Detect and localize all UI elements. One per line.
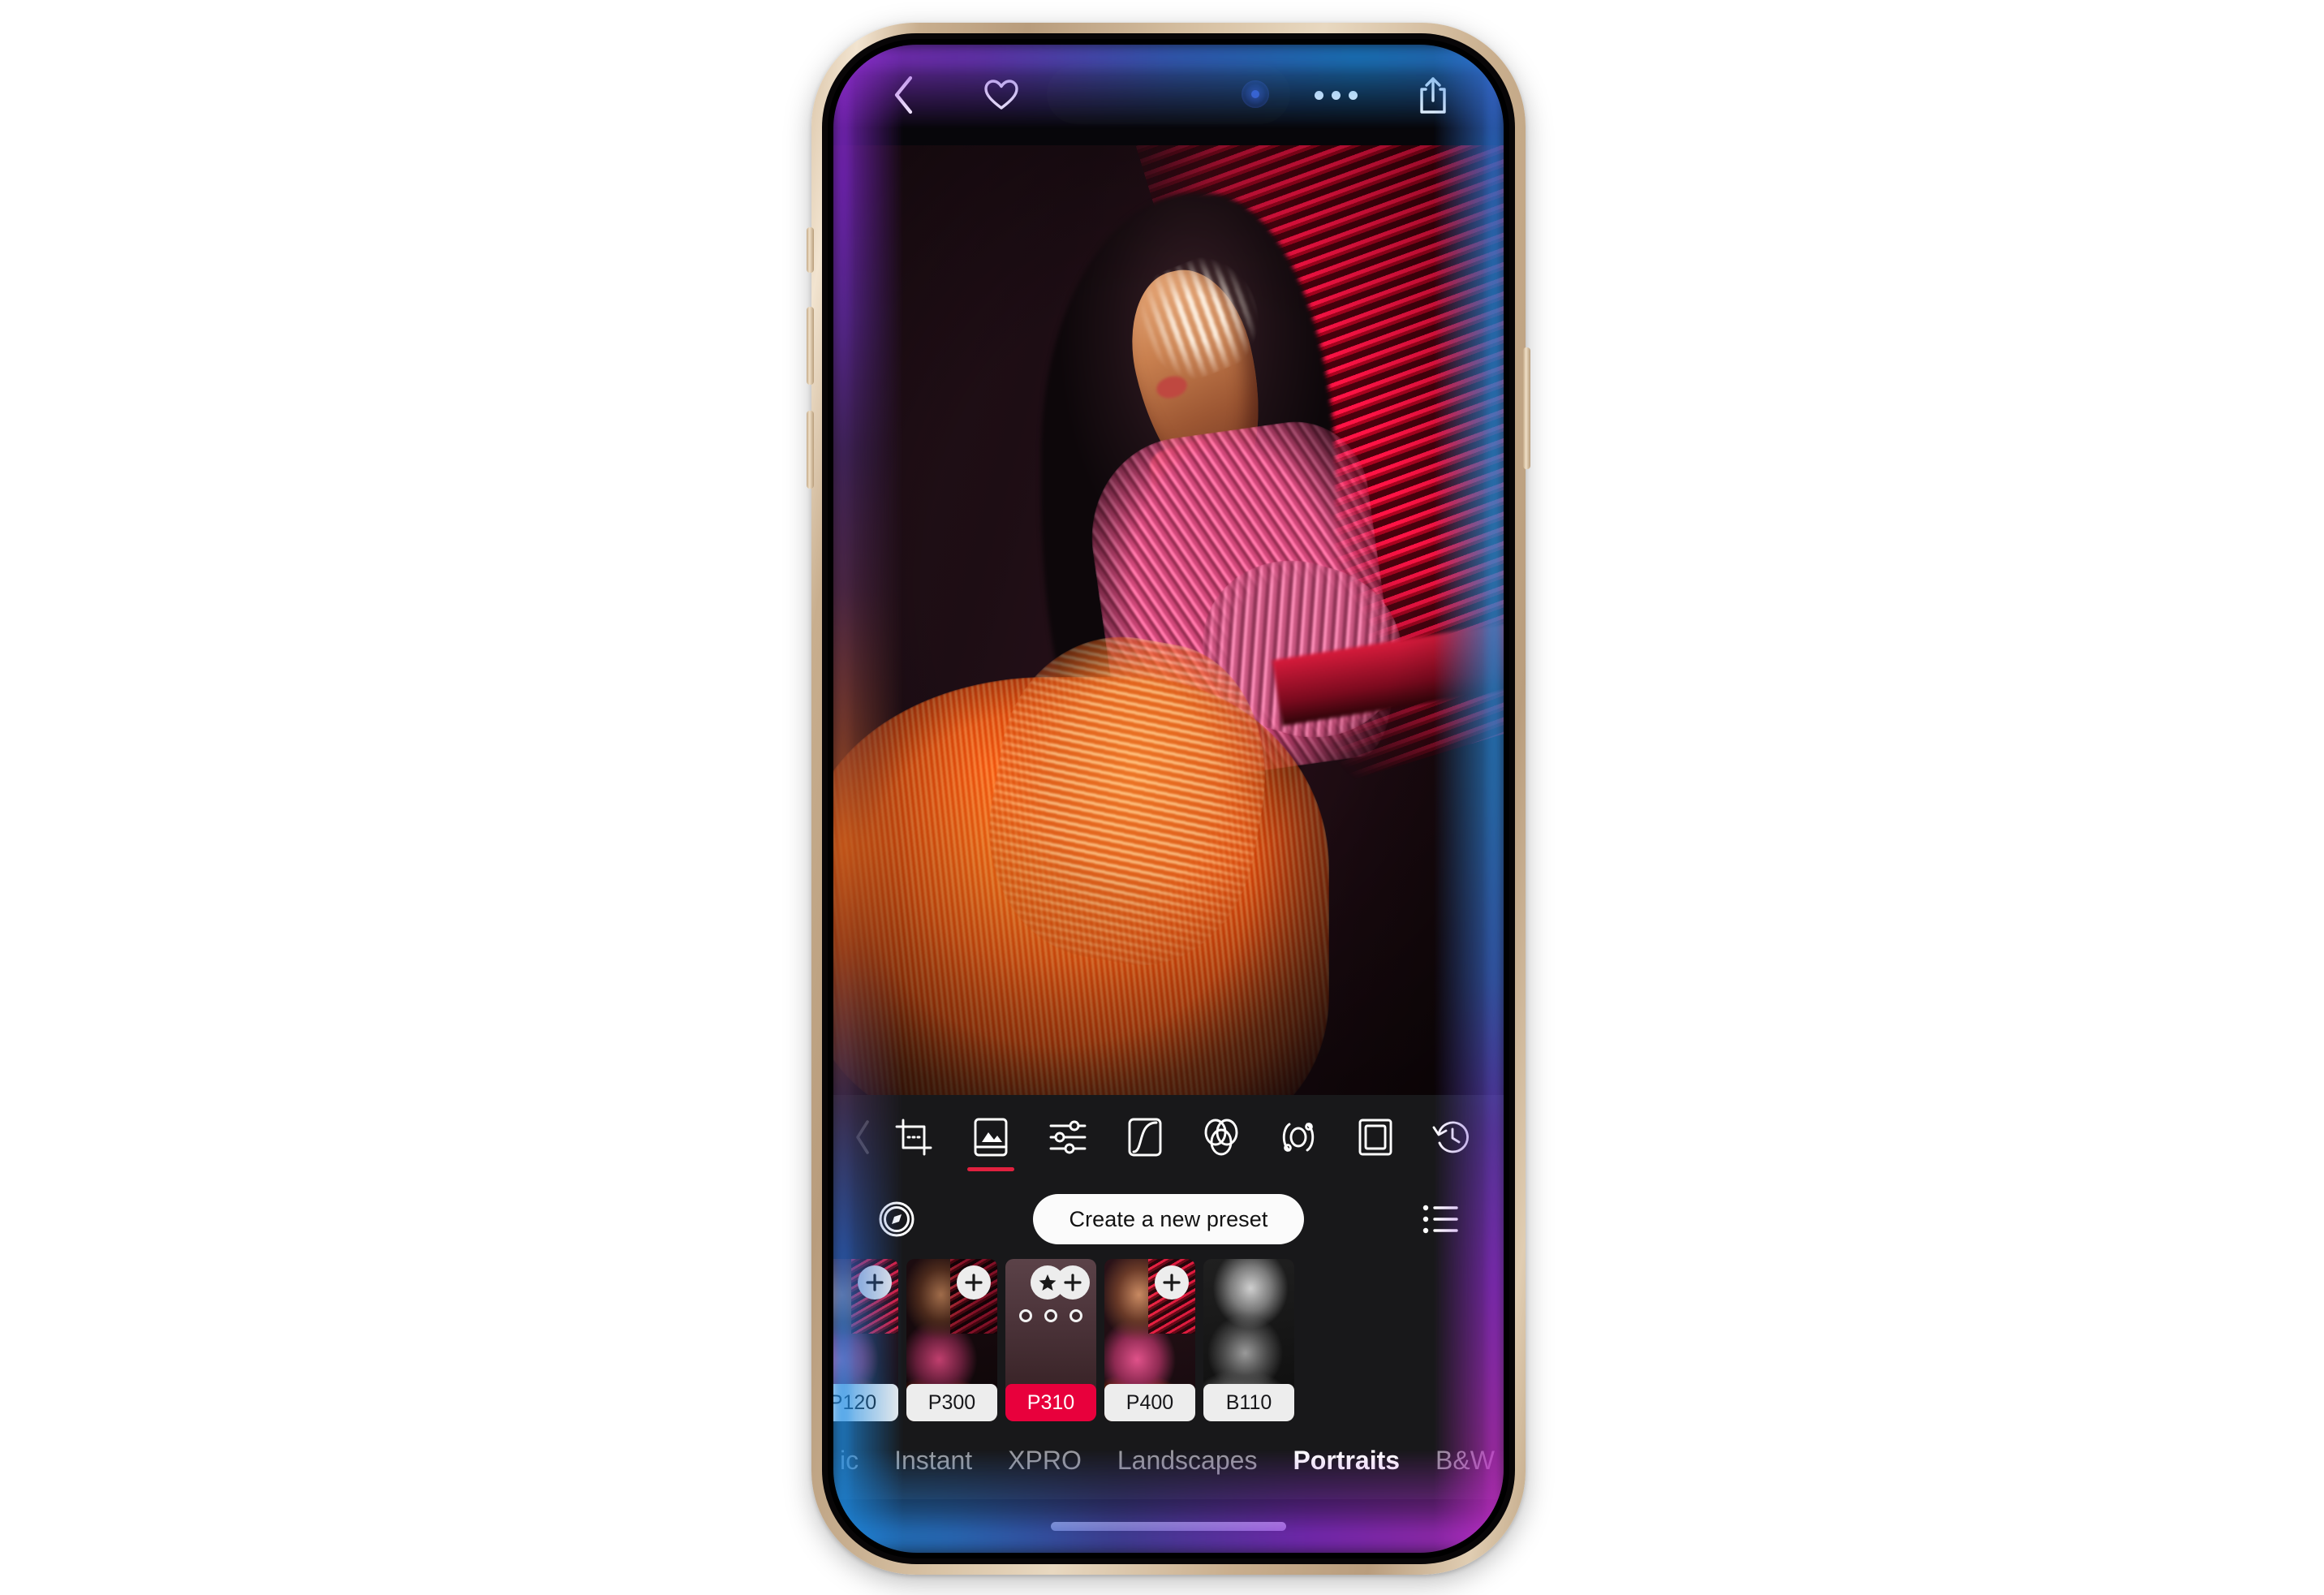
preset-card[interactable]: P400	[1104, 1259, 1195, 1421]
phone-device: Create a new preset P120 P300 P310 P400 …	[807, 23, 1530, 1575]
add-preset-icon[interactable]	[858, 1265, 892, 1300]
preset-header: Create a new preset	[833, 1179, 1504, 1259]
discover-button[interactable]	[866, 1201, 927, 1238]
add-preset-icon[interactable]	[957, 1265, 991, 1300]
tool-history[interactable]	[1421, 1101, 1484, 1173]
preset-card[interactable]: P120	[833, 1259, 898, 1421]
tool-presets[interactable]	[959, 1101, 1022, 1173]
photo-editor-app: Create a new preset P120 P300 P310 P400 …	[833, 45, 1504, 1553]
tab-instant[interactable]: Instant	[894, 1446, 972, 1476]
screenshot-stage: Create a new preset P120 P300 P310 P400 …	[0, 0, 2324, 1595]
tab-landscapes[interactable]: Landscapes	[1117, 1446, 1258, 1476]
ellipsis-icon	[1314, 90, 1358, 100]
tool-frame[interactable]	[1344, 1101, 1407, 1173]
preset-name: P300	[906, 1384, 997, 1421]
preset-card-selected[interactable]: P310	[1005, 1259, 1096, 1421]
photo-canvas[interactable]	[833, 145, 1504, 1095]
add-preset-icon[interactable]	[1155, 1265, 1189, 1300]
preset-list-button[interactable]	[1409, 1204, 1471, 1235]
tool-curves[interactable]	[1113, 1101, 1177, 1173]
top-bar	[833, 45, 1504, 145]
preset-card[interactable]: P300	[906, 1259, 997, 1421]
preset-intensity-dots[interactable]	[1005, 1309, 1096, 1322]
front-camera-icon	[1242, 80, 1269, 108]
preset-badges[interactable]	[1031, 1265, 1090, 1300]
edit-toolbar	[833, 1095, 1504, 1179]
tab-xpro[interactable]: XPRO	[1008, 1446, 1082, 1476]
preset-category-tabs[interactable]: ic Instant XPRO Landscapes Portraits B&W	[833, 1421, 1504, 1499]
heart-icon[interactable]	[976, 70, 1026, 120]
tool-color-mix[interactable]	[1190, 1101, 1253, 1173]
preset-strip[interactable]: P120 P300 P310 P400 B110	[833, 1259, 1504, 1421]
back-button[interactable]	[879, 70, 929, 120]
tool-list	[877, 1101, 1489, 1173]
preset-name: B110	[1203, 1384, 1294, 1421]
volume-down-button[interactable]	[807, 411, 814, 489]
share-button[interactable]	[1408, 70, 1458, 120]
tab-portraits[interactable]: Portraits	[1293, 1446, 1400, 1476]
home-indicator[interactable]	[1051, 1521, 1286, 1531]
preset-card[interactable]: B110	[1203, 1259, 1294, 1421]
preset-name: P310	[1005, 1384, 1096, 1421]
preset-name: P400	[1104, 1384, 1195, 1421]
home-indicator-area	[833, 1499, 1504, 1553]
tool-optics[interactable]	[1267, 1101, 1330, 1173]
preset-name: P120	[833, 1384, 898, 1421]
toolbar-scroll-left-icon[interactable]	[848, 1119, 877, 1156]
tab-bw[interactable]: B&W	[1435, 1446, 1495, 1476]
device-screen: Create a new preset P120 P300 P310 P400 …	[833, 45, 1504, 1553]
power-button[interactable]	[1523, 347, 1530, 469]
mute-button[interactable]	[807, 227, 814, 273]
more-options-button[interactable]	[1310, 70, 1361, 120]
tool-adjust[interactable]	[1036, 1101, 1100, 1173]
dynamic-island	[1047, 64, 1290, 124]
volume-up-button[interactable]	[807, 307, 814, 385]
create-new-preset-button[interactable]: Create a new preset	[1033, 1194, 1304, 1244]
edited-photo	[833, 145, 1504, 1095]
tab-classic[interactable]: ic	[840, 1446, 859, 1476]
add-preset-icon[interactable]	[1056, 1265, 1090, 1300]
tool-crop[interactable]	[882, 1101, 945, 1173]
